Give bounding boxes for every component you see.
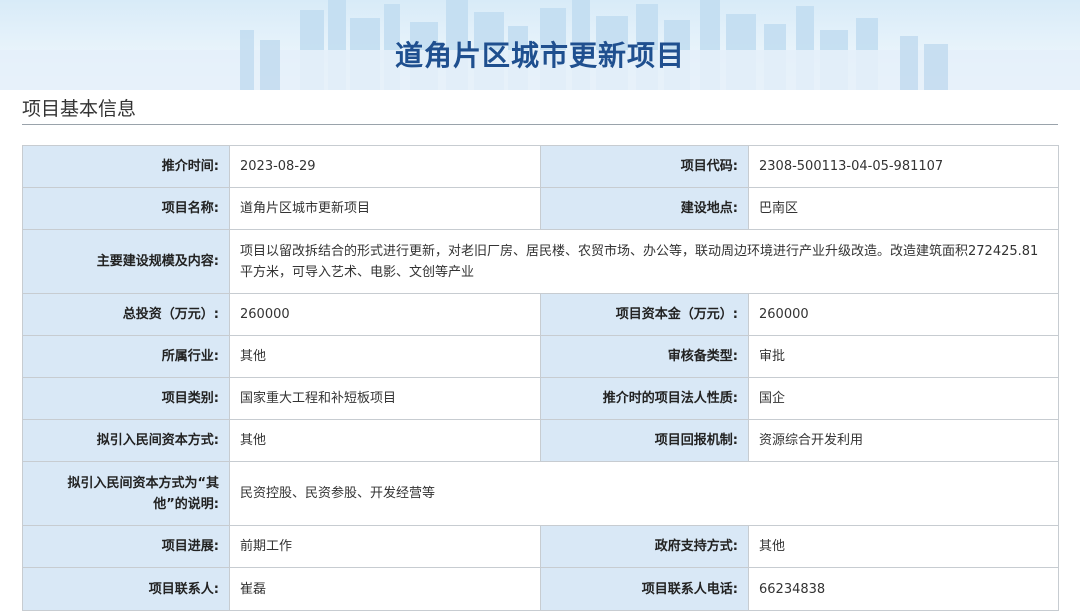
field-label: 项目联系人电话: bbox=[540, 567, 749, 611]
field-value: 巴南区 bbox=[748, 187, 1059, 230]
field-value: 其他 bbox=[748, 525, 1059, 568]
field-label: 项目回报机制: bbox=[540, 419, 749, 462]
field-label: 所属行业: bbox=[22, 335, 230, 378]
table-row: 项目进展: 前期工作 政府支持方式: 其他 bbox=[22, 525, 1059, 568]
field-value: 其他 bbox=[229, 335, 541, 378]
field-label: 项目类别: bbox=[22, 377, 230, 420]
field-label: 总投资（万元）: bbox=[22, 293, 230, 336]
field-label: 主要建设规模及内容: bbox=[22, 229, 230, 294]
field-value: 2308-500113-04-05-981107 bbox=[748, 145, 1059, 188]
field-label: 项目联系人: bbox=[22, 567, 230, 611]
field-label: 政府支持方式: bbox=[540, 525, 749, 568]
field-value: 260000 bbox=[229, 293, 541, 336]
table-row: 拟引入民间资本方式为“其他”的说明: 民资控股、民资参股、开发经营等 bbox=[22, 461, 1059, 526]
table-row: 项目名称: 道角片区城市更新项目 建设地点: 巴南区 bbox=[22, 187, 1059, 230]
table-row: 所属行业: 其他 审核备类型: 审批 bbox=[22, 335, 1059, 378]
field-value: 资源综合开发利用 bbox=[748, 419, 1059, 462]
field-value: 66234838 bbox=[748, 567, 1059, 611]
table-row: 项目联系人: 崔磊 项目联系人电话: 66234838 bbox=[22, 567, 1059, 611]
section-title: 项目基本信息 bbox=[22, 98, 137, 120]
field-value: 国家重大工程和补短板项目 bbox=[229, 377, 541, 420]
field-value: 道角片区城市更新项目 bbox=[229, 187, 541, 230]
field-value: 民资控股、民资参股、开发经营等 bbox=[229, 461, 1059, 526]
field-label: 项目进展: bbox=[22, 525, 230, 568]
field-label: 审核备类型: bbox=[540, 335, 749, 378]
field-value: 项目以留改拆结合的形式进行更新，对老旧厂房、居民楼、农贸市场、办公等，联动周边环… bbox=[229, 229, 1059, 294]
field-label: 推介时的项目法人性质: bbox=[540, 377, 749, 420]
field-label: 项目资本金（万元）: bbox=[540, 293, 749, 336]
field-label: 拟引入民间资本方式为“其他”的说明: bbox=[22, 461, 230, 526]
field-label: 建设地点: bbox=[540, 187, 749, 230]
field-value: 2023-08-29 bbox=[229, 145, 541, 188]
field-label: 拟引入民间资本方式: bbox=[22, 419, 230, 462]
table-row: 项目类别: 国家重大工程和补短板项目 推介时的项目法人性质: 国企 bbox=[22, 377, 1059, 420]
section-divider bbox=[22, 124, 1058, 125]
page-title: 道角片区城市更新项目 bbox=[394, 39, 685, 72]
field-label: 项目代码: bbox=[540, 145, 749, 188]
field-label: 项目名称: bbox=[22, 187, 230, 230]
field-value: 审批 bbox=[748, 335, 1059, 378]
table-row: 推介时间: 2023-08-29 项目代码: 2308-500113-04-05… bbox=[22, 145, 1059, 188]
field-label: 推介时间: bbox=[22, 145, 230, 188]
field-value: 其他 bbox=[229, 419, 541, 462]
table-row: 拟引入民间资本方式: 其他 项目回报机制: 资源综合开发利用 bbox=[22, 419, 1059, 462]
field-value: 崔磊 bbox=[229, 567, 541, 611]
table-row: 总投资（万元）: 260000 项目资本金（万元）: 260000 bbox=[22, 293, 1059, 336]
project-info-table: 推介时间: 2023-08-29 项目代码: 2308-500113-04-05… bbox=[22, 145, 1059, 611]
field-value: 260000 bbox=[748, 293, 1059, 336]
field-value: 前期工作 bbox=[229, 525, 541, 568]
field-value: 国企 bbox=[748, 377, 1059, 420]
table-row: 主要建设规模及内容: 项目以留改拆结合的形式进行更新，对老旧厂房、居民楼、农贸市… bbox=[22, 229, 1059, 294]
